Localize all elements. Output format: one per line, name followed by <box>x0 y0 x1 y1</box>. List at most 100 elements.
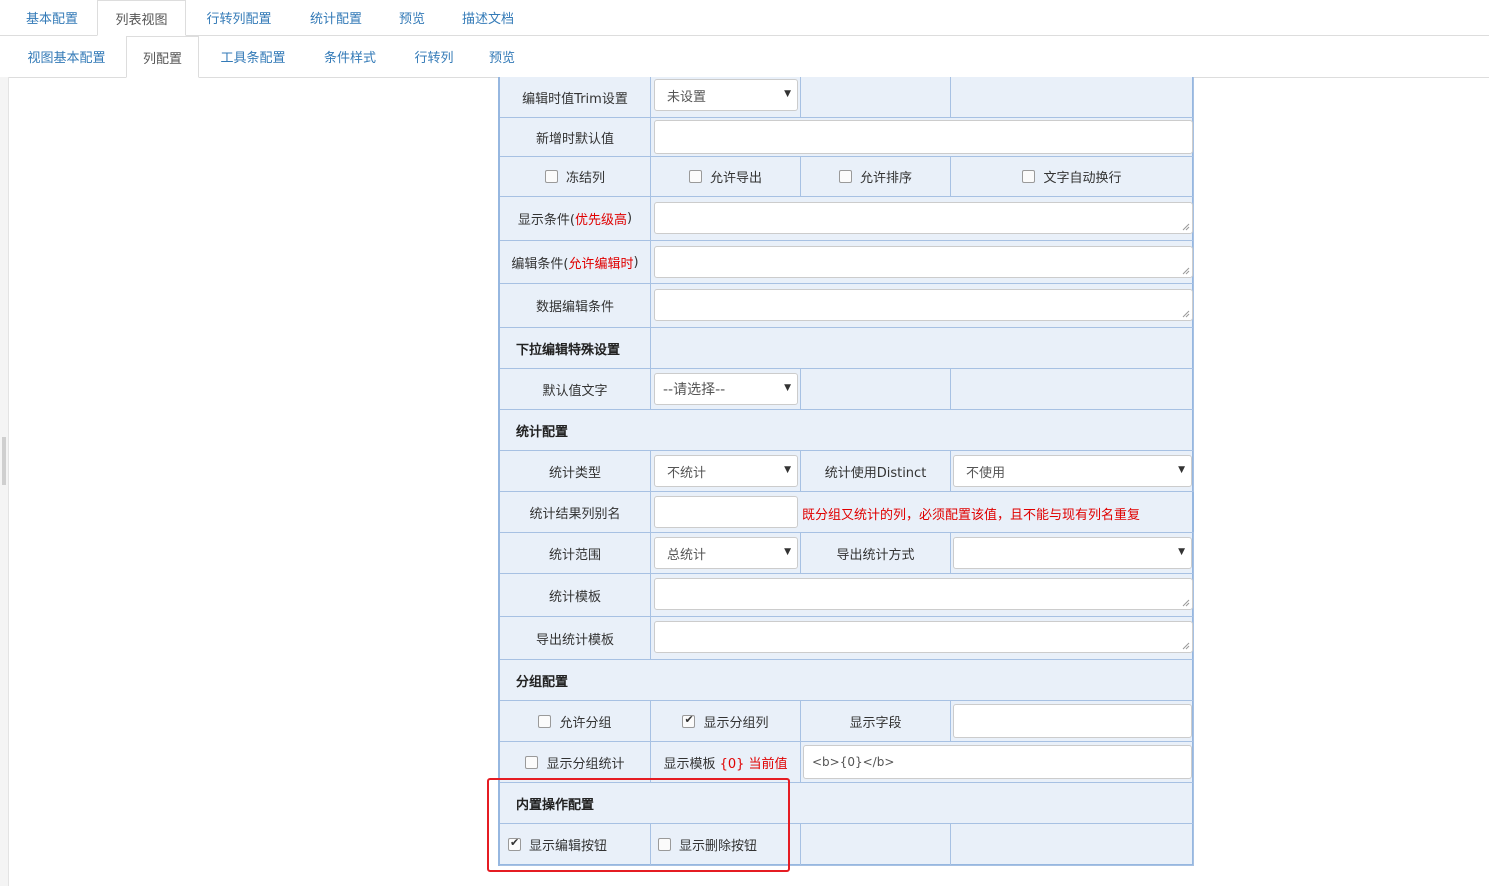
wrap-label: 文字自动换行 <box>1043 171 1122 186</box>
stat-alias-input[interactable] <box>654 496 798 528</box>
show-template-cell: <b>{0}</b> <box>801 742 1194 783</box>
stat-range-label: 统计范围 <box>500 533 651 574</box>
stat-type-label: 统计类型 <box>500 451 651 492</box>
splitter-grip-icon[interactable] <box>2 437 6 485</box>
stat-distinct-label: 统计使用Distinct <box>801 451 951 492</box>
sort-checkbox[interactable] <box>838 170 852 183</box>
tab-basic-config[interactable]: 基本配置 <box>8 0 96 35</box>
export-label: 允许导出 <box>709 171 762 186</box>
empty-cell <box>801 77 951 118</box>
show-edit-btn-option[interactable]: 显示编辑按钮 <box>500 824 651 866</box>
show-template-input[interactable]: <b>{0}</b> <box>803 745 1192 779</box>
default-value-input[interactable] <box>654 120 1193 154</box>
stat-type-cell: 不统计 ▼ <box>651 451 801 492</box>
tab-toolbar-config[interactable]: 工具条配置 <box>204 36 302 77</box>
default-value-cell <box>651 118 1194 157</box>
stat-alias-label: 统计结果列别名 <box>500 492 651 533</box>
allow-sort-option[interactable]: 允许排序 <box>801 157 951 197</box>
empty-cell <box>801 824 951 866</box>
data-edit-condition-textarea[interactable] <box>654 289 1193 321</box>
stat-type-select-value: 不统计 <box>667 465 707 481</box>
resize-grip-icon[interactable] <box>1182 267 1190 275</box>
export-stat-mode-select[interactable]: ▼ <box>953 537 1192 569</box>
stat-distinct-select[interactable]: 不使用 ▼ <box>953 455 1192 487</box>
left-splitter[interactable] <box>0 77 9 886</box>
show-field-cell <box>951 701 1194 742</box>
data-edit-condition-cell <box>651 284 1194 328</box>
tab-condition-style[interactable]: 条件样式 <box>306 36 394 77</box>
allow-group-option[interactable]: 允许分组 <box>500 701 651 742</box>
tab-description-doc[interactable]: 描述文档 <box>444 0 532 35</box>
column-config-form: 编辑时值Trim设置 未设置 ▼ 新增时默认值 冻结列 允许导出 允许排序 文字自… <box>498 77 1194 866</box>
export-checkbox[interactable] <box>688 170 702 183</box>
edit-condition-textarea[interactable] <box>654 246 1193 278</box>
export-stat-template-label: 导出统计模板 <box>500 617 651 660</box>
freeze-checkbox[interactable] <box>544 170 558 183</box>
stat-range-select-value: 总统计 <box>667 547 707 563</box>
stat-distinct-cell: 不使用 ▼ <box>951 451 1194 492</box>
chevron-down-icon: ▼ <box>784 547 791 557</box>
tab-sub-preview[interactable]: 预览 <box>474 36 530 77</box>
show-edit-btn-checkbox[interactable] <box>508 836 521 851</box>
default-text-select-value: --请选择-- <box>663 382 726 398</box>
chevron-down-icon: ▼ <box>1178 465 1185 475</box>
freeze-label: 冻结列 <box>565 171 605 186</box>
show-group-stat-checkbox[interactable] <box>525 755 539 769</box>
sort-label: 允许排序 <box>859 171 912 186</box>
trim-select[interactable]: 未设置 ▼ <box>654 79 798 111</box>
resize-grip-icon[interactable] <box>1182 310 1190 318</box>
empty-cell <box>951 77 1194 118</box>
show-condition-textarea[interactable] <box>654 202 1193 234</box>
stat-template-cell <box>651 574 1194 617</box>
stat-template-textarea[interactable] <box>654 578 1193 610</box>
show-group-col-checkbox[interactable] <box>682 713 696 728</box>
show-field-input[interactable] <box>953 704 1192 738</box>
stat-section-title: 统计配置 <box>500 410 1194 451</box>
chevron-down-icon: ▼ <box>784 89 791 99</box>
show-field-label: 显示字段 <box>801 701 951 742</box>
trim-label: 编辑时值Trim设置 <box>500 77 651 118</box>
stat-template-label: 统计模板 <box>500 574 651 617</box>
stat-alias-cell: 既分组又统计的列，必须配置该值，且不能与现有列名重复 <box>651 492 1194 533</box>
default-text-select[interactable]: --请选择-- ▼ <box>654 373 798 405</box>
show-condition-label: 显示条件(优先级高) <box>500 197 651 241</box>
tab-row-to-col[interactable]: 行转列 <box>398 36 470 77</box>
tab-view-basic-config[interactable]: 视图基本配置 <box>8 36 125 77</box>
text-wrap-option[interactable]: 文字自动换行 <box>951 157 1194 197</box>
empty-cell <box>951 369 1194 410</box>
trim-select-value: 未设置 <box>667 89 707 105</box>
show-delete-btn-label: 显示删除按钮 <box>679 839 758 854</box>
show-group-col-option[interactable]: 显示分组列 <box>651 701 801 742</box>
allow-export-option[interactable]: 允许导出 <box>651 157 801 197</box>
wrap-checkbox[interactable] <box>1022 170 1036 183</box>
export-stat-template-textarea[interactable] <box>654 621 1193 653</box>
stat-range-select[interactable]: 总统计 ▼ <box>654 537 798 569</box>
show-group-stat-option[interactable]: 显示分组统计 <box>500 742 651 783</box>
show-delete-btn-option[interactable]: 显示删除按钮 <box>651 824 801 866</box>
allow-group-label: 允许分组 <box>559 715 612 731</box>
export-stat-template-cell <box>651 617 1194 660</box>
top-tab-bar: 基本配置 列表视图 行转列配置 统计配置 预览 描述文档 <box>0 0 1489 36</box>
stat-alias-note: 既分组又统计的列，必须配置该值，且不能与现有列名重复 <box>802 508 1141 523</box>
tab-stat-config[interactable]: 统计配置 <box>292 0 380 35</box>
stat-distinct-select-value: 不使用 <box>966 465 1006 481</box>
sub-tab-bar: 视图基本配置 列配置 工具条配置 条件样式 行转列 预览 <box>8 36 1489 78</box>
show-condition-cell <box>651 197 1194 241</box>
tab-row-to-col-config[interactable]: 行转列配置 <box>190 0 288 35</box>
show-delete-btn-checkbox[interactable] <box>658 838 671 851</box>
resize-grip-icon[interactable] <box>1182 599 1190 607</box>
chevron-down-icon: ▼ <box>1178 547 1185 557</box>
allow-group-checkbox[interactable] <box>538 714 552 728</box>
show-group-col-label: 显示分组列 <box>703 715 769 731</box>
show-template-label: 显示模板 {0} 当前值 <box>651 742 801 783</box>
stat-type-select[interactable]: 不统计 ▼ <box>654 455 798 487</box>
resize-grip-icon[interactable] <box>1182 223 1190 231</box>
stat-range-cell: 总统计 ▼ <box>651 533 801 574</box>
freeze-column-option[interactable]: 冻结列 <box>500 157 651 197</box>
tab-list-view[interactable]: 列表视图 <box>97 0 186 36</box>
edit-condition-label: 编辑条件(允许编辑时) <box>500 241 651 284</box>
resize-grip-icon[interactable] <box>1182 642 1190 650</box>
dropdown-section-title: 下拉编辑特殊设置 <box>500 328 651 369</box>
tab-preview[interactable]: 预览 <box>384 0 440 35</box>
tab-column-config[interactable]: 列配置 <box>126 36 199 78</box>
